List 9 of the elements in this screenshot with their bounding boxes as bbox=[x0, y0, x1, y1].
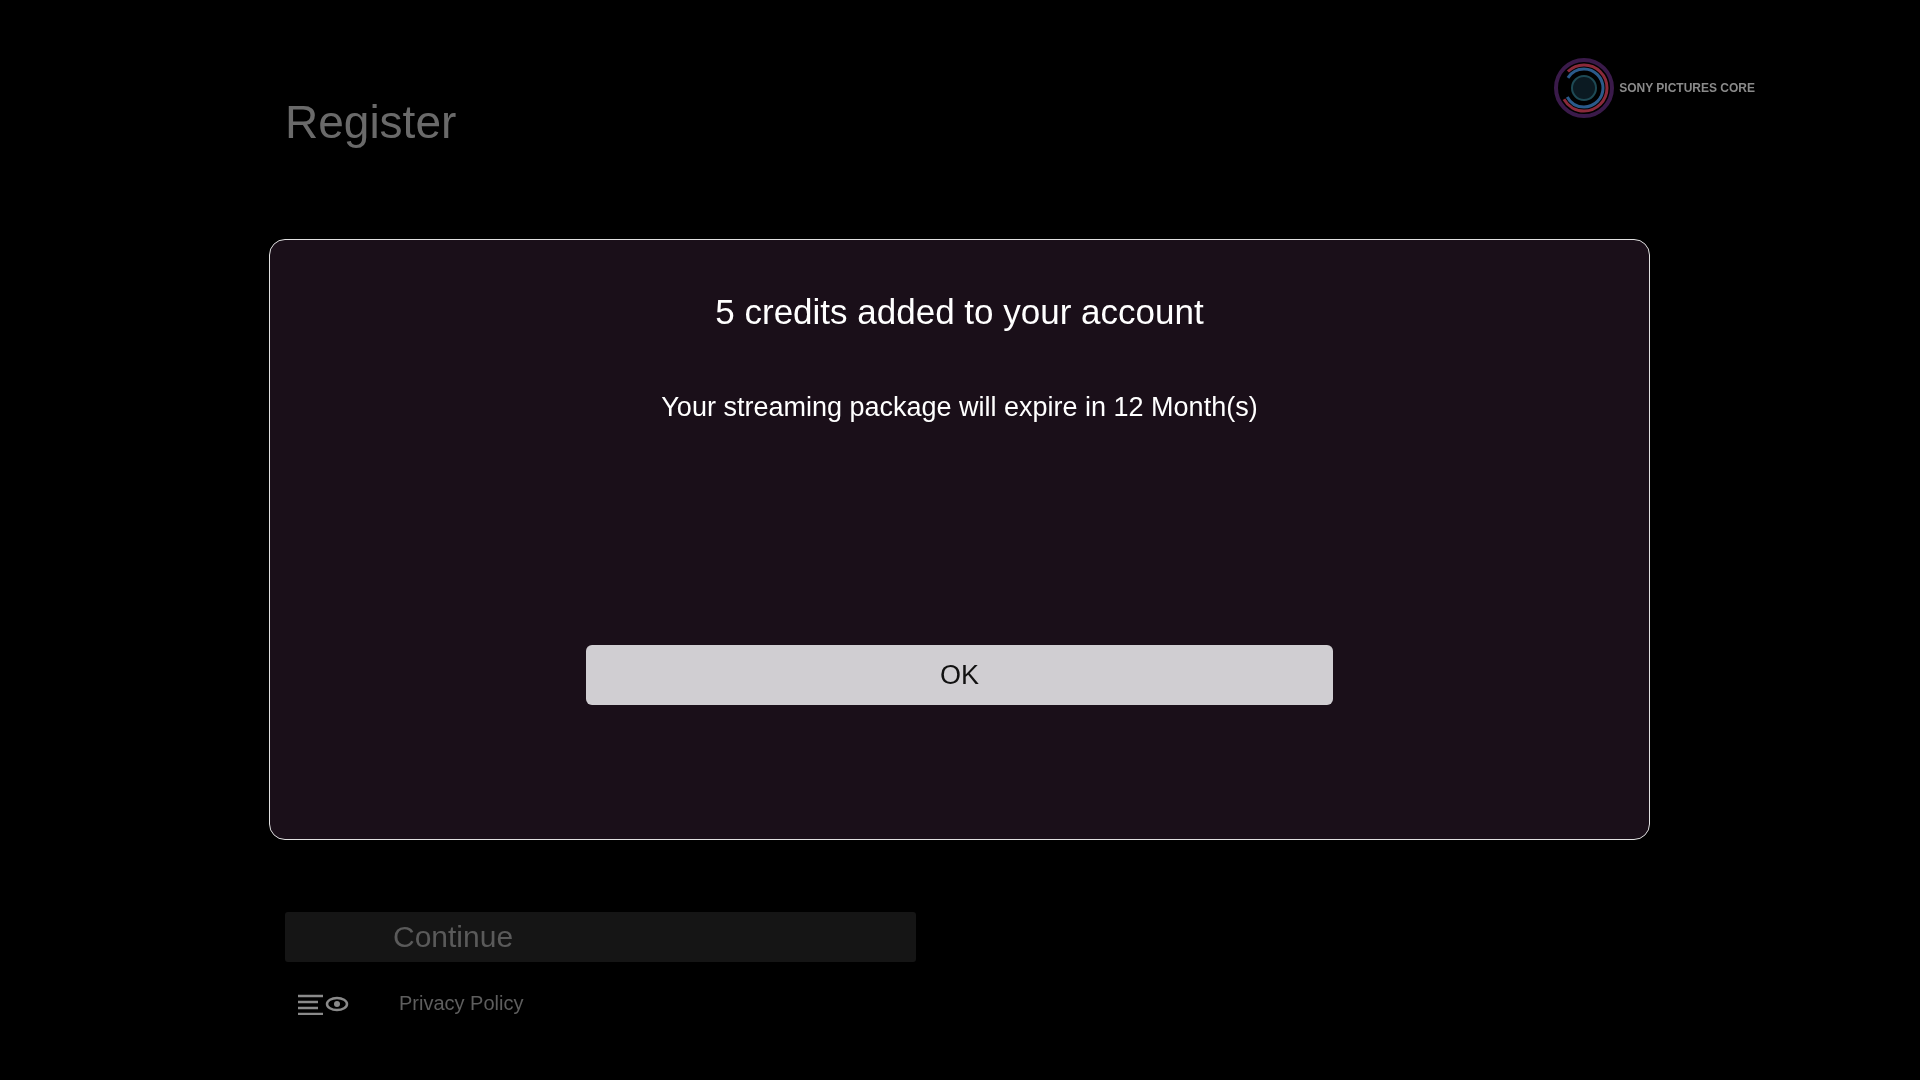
text-view-icon bbox=[297, 992, 349, 1015]
dialog-title: 5 credits added to your account bbox=[715, 292, 1204, 332]
brand-name: SONY PICTURES CORE bbox=[1619, 81, 1755, 95]
ok-button[interactable]: OK bbox=[586, 645, 1333, 705]
privacy-policy-link[interactable]: Privacy Policy bbox=[399, 992, 524, 1015]
dialog-message: Your streaming package will expire in 12 Month(s) bbox=[661, 392, 1258, 423]
continue-button[interactable]: Continue bbox=[285, 912, 916, 962]
page-title: Register bbox=[285, 95, 457, 149]
lens-logo-icon bbox=[1553, 55, 1616, 121]
